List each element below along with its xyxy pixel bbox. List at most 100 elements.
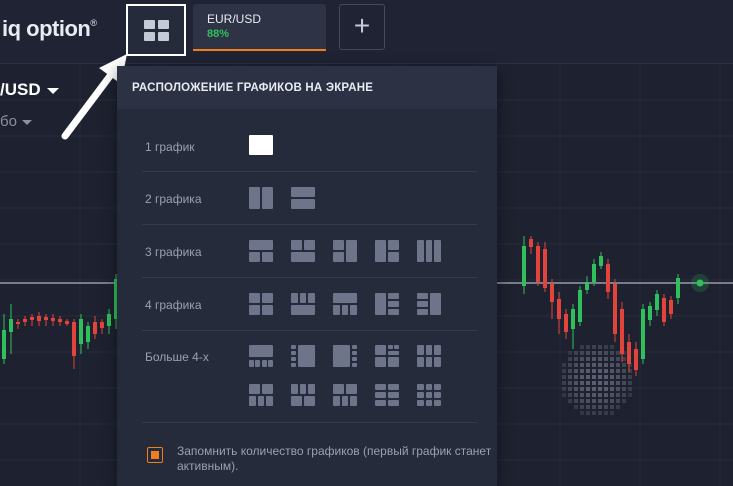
globe-dot — [610, 399, 614, 403]
globe-dot — [610, 369, 614, 373]
globe-dot — [622, 363, 626, 367]
layout-2-horizontal-icon[interactable] — [291, 187, 317, 209]
globe-dot — [580, 369, 584, 373]
globe-dot — [574, 393, 578, 397]
chart-layout-button[interactable] — [126, 4, 186, 56]
layout-4c-icon[interactable] — [333, 293, 359, 315]
globe-dot — [568, 357, 572, 361]
candle — [65, 321, 69, 324]
grid-layout-icon — [143, 19, 169, 41]
layout-8-icon[interactable] — [375, 384, 401, 406]
layout-3d-icon[interactable] — [375, 240, 401, 262]
globe-dot — [616, 357, 620, 361]
layout-row-label: Больше 4-х — [145, 350, 209, 364]
layout-5f-icon[interactable] — [333, 384, 359, 406]
candle — [634, 349, 638, 370]
layout-row-label: 2 графика — [145, 192, 202, 206]
layout-4e-icon[interactable] — [417, 293, 443, 315]
layout-3a-icon[interactable] — [249, 240, 275, 262]
globe-dot — [562, 387, 566, 391]
layout-3c-icon[interactable] — [333, 240, 359, 262]
globe-dot — [604, 405, 608, 409]
layout-5e-icon[interactable] — [291, 384, 317, 406]
globe-dot — [598, 351, 602, 355]
globe-dot — [562, 375, 566, 379]
globe-dot — [574, 375, 578, 379]
globe-dot — [628, 375, 632, 379]
add-asset-button[interactable]: + — [339, 4, 385, 50]
globe-dot — [622, 357, 626, 361]
candle — [606, 264, 610, 292]
chart-asset-selector[interactable]: /USD — [0, 80, 59, 100]
globe-dot — [622, 399, 626, 403]
globe-dot — [610, 357, 614, 361]
layout-row-2: 2 графика — [142, 172, 477, 225]
globe-dot — [604, 375, 608, 379]
chart-layout-panel: РАСПОЛОЖЕНИЕ ГРАФИКОВ НА ЭКРАНЕ 1 график… — [117, 66, 497, 486]
candle — [543, 249, 547, 288]
globe-dot — [568, 393, 572, 397]
chart-type-selector[interactable]: бо — [0, 113, 32, 130]
globe-dot — [604, 363, 608, 367]
globe-dot — [586, 375, 590, 379]
globe-dot — [610, 375, 614, 379]
candle — [536, 246, 540, 282]
layout-3b-icon[interactable] — [291, 240, 317, 262]
layout-6b-icon[interactable] — [417, 345, 443, 367]
layout-6a-icon[interactable] — [375, 345, 401, 367]
candle — [613, 284, 617, 334]
layout-9-icon[interactable] — [417, 384, 443, 406]
globe-dot — [610, 345, 614, 349]
layout-4d-icon[interactable] — [375, 293, 401, 315]
candle — [655, 294, 659, 310]
globe-dot — [622, 369, 626, 373]
candle — [578, 290, 582, 322]
layout-5d-icon[interactable] — [249, 384, 275, 406]
globe-dot — [598, 405, 602, 409]
candle — [627, 342, 631, 364]
globe-dot — [586, 357, 590, 361]
globe-dot — [616, 351, 620, 355]
globe-dot — [610, 387, 614, 391]
app-logo: iq option® — [2, 16, 97, 41]
asset-tab[interactable]: EUR/USD 88% — [193, 4, 326, 51]
globe-dot — [616, 399, 620, 403]
globe-dot — [580, 363, 584, 367]
candle — [72, 322, 76, 356]
globe-dot — [610, 351, 614, 355]
panel-title: РАСПОЛОЖЕНИЕ ГРАФИКОВ НА ЭКРАНЕ — [117, 66, 497, 109]
layout-4a-icon[interactable] — [249, 293, 275, 315]
layout-4b-icon[interactable] — [291, 293, 317, 315]
globe-dot — [592, 393, 596, 397]
globe-dot — [580, 357, 584, 361]
globe-dot — [592, 399, 596, 403]
globe-dot — [574, 405, 578, 409]
remember-checkbox[interactable] — [147, 447, 163, 463]
globe-dot — [604, 393, 608, 397]
layout-2-vertical-icon[interactable] — [249, 187, 275, 209]
globe-dot — [562, 393, 566, 397]
layout-row-label: 4 графика — [145, 298, 202, 312]
candle — [100, 322, 104, 328]
globe-dot — [592, 375, 596, 379]
layout-5b-icon[interactable] — [291, 345, 317, 367]
layout-3e-icon[interactable] — [417, 240, 443, 262]
globe-dot — [574, 357, 578, 361]
remember-layout-option[interactable]: Запомнить количество графиков (первый гр… — [147, 444, 497, 474]
globe-dot — [580, 375, 584, 379]
layout-5a-icon[interactable] — [249, 345, 275, 367]
candle — [93, 322, 97, 334]
globe-dot — [580, 381, 584, 385]
remember-label: Запомнить количество графиков (первый гр… — [177, 444, 492, 473]
globe-dot — [598, 387, 602, 391]
candle — [648, 306, 652, 320]
globe-dot — [574, 351, 578, 355]
globe-dot — [610, 381, 614, 385]
layout-1-icon[interactable] — [249, 135, 275, 157]
globe-dot — [622, 375, 626, 379]
globe-dot — [580, 411, 584, 415]
globe-dot — [616, 363, 620, 367]
globe-dot — [592, 363, 596, 367]
globe-dot — [604, 381, 608, 385]
layout-5c-icon[interactable] — [333, 345, 359, 367]
